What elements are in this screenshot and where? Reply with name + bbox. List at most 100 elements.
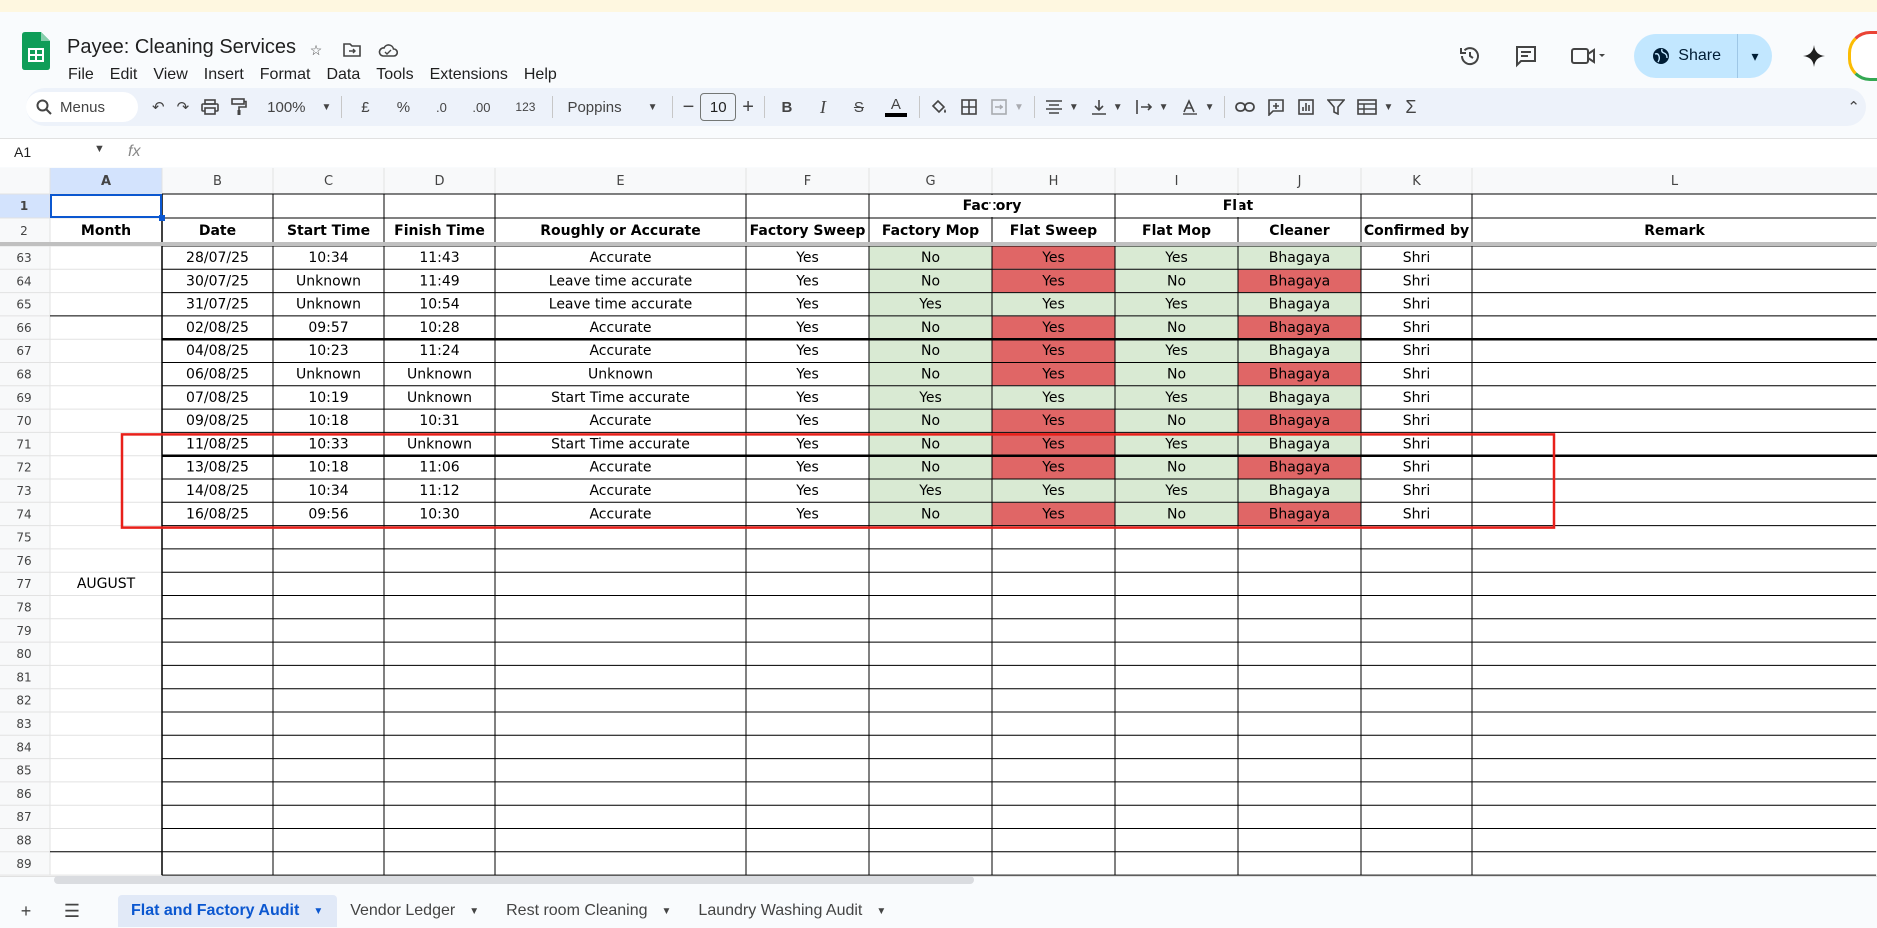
sheet-tab[interactable]: Laundry Washing Audit ▼ bbox=[685, 895, 900, 927]
cell-finish: 11:24 bbox=[419, 343, 459, 359]
all-sheets-menu-icon[interactable]: ☰ bbox=[52, 895, 92, 927]
filter-icon[interactable] bbox=[1321, 92, 1351, 122]
font-select[interactable]: Poppins ▼ bbox=[557, 92, 667, 122]
fill-color-icon[interactable] bbox=[924, 92, 954, 122]
more-formats-button[interactable]: 123 bbox=[502, 92, 548, 122]
menu-tools[interactable]: Tools bbox=[368, 64, 421, 86]
chevron-down-icon[interactable]: ▼ bbox=[876, 906, 886, 917]
text-rotation-icon[interactable]: ▼ bbox=[1175, 92, 1221, 122]
share-button[interactable]: Share ▾ bbox=[1634, 34, 1772, 78]
bold-icon[interactable]: B bbox=[769, 92, 805, 122]
menu-data[interactable]: Data bbox=[318, 64, 368, 86]
comments-icon[interactable] bbox=[1508, 38, 1544, 74]
row-number: 83 bbox=[16, 717, 31, 731]
cell-cleaner: Bhagaya bbox=[1269, 250, 1330, 266]
chevron-down-icon[interactable]: ▼ bbox=[313, 906, 323, 917]
column-header-h: H bbox=[1049, 174, 1059, 189]
menu-insert[interactable]: Insert bbox=[196, 64, 252, 86]
menu-edit[interactable]: Edit bbox=[102, 64, 146, 86]
table-view-icon[interactable]: ▼ bbox=[1351, 92, 1399, 122]
column-title: Month bbox=[81, 223, 131, 239]
menu-file[interactable]: File bbox=[60, 64, 102, 86]
sheet-tab[interactable]: Flat and Factory Audit ▼ bbox=[118, 895, 338, 927]
redo-icon[interactable]: ↷ bbox=[171, 92, 196, 122]
horizontal-scrollbar[interactable] bbox=[54, 876, 974, 884]
frozen-rows-divider[interactable] bbox=[0, 242, 1877, 246]
zoom-select[interactable]: 100% ▼ bbox=[253, 92, 337, 122]
increase-decimal-button[interactable]: .00 bbox=[460, 92, 502, 122]
insert-link-icon[interactable] bbox=[1229, 92, 1261, 122]
cell-f_mop: No bbox=[921, 343, 940, 359]
sheet-tab[interactable]: Vendor Ledger ▼ bbox=[337, 895, 493, 927]
functions-icon[interactable]: Σ bbox=[1399, 92, 1422, 122]
decrease-decimal-button[interactable]: .0 bbox=[422, 92, 460, 122]
percent-format-button[interactable]: % bbox=[384, 92, 422, 122]
increase-font-size-icon[interactable]: + bbox=[736, 92, 760, 122]
text-wrap-icon[interactable]: ▼ bbox=[1129, 92, 1175, 122]
toolbar-divider bbox=[1224, 96, 1226, 118]
cell-f_mop: No bbox=[921, 250, 940, 266]
collapse-toolbar-icon[interactable]: ⌃ bbox=[1841, 92, 1866, 122]
account-avatar[interactable] bbox=[1848, 31, 1877, 81]
menu-help[interactable]: Help bbox=[516, 64, 565, 86]
print-icon[interactable] bbox=[195, 92, 225, 122]
column-title: Roughly or Accurate bbox=[540, 223, 701, 239]
cell-finish: 10:28 bbox=[419, 320, 459, 336]
toolbar-divider bbox=[552, 96, 554, 118]
sheet-tab-label: Rest room Cleaning bbox=[506, 902, 648, 919]
horizontal-align-icon[interactable]: ▼ bbox=[1039, 92, 1085, 122]
sheets-logo-icon[interactable] bbox=[22, 32, 50, 70]
column-header-d: D bbox=[434, 174, 444, 189]
cell-fl_mop: No bbox=[1167, 506, 1186, 522]
cell-fl_sweep: Yes bbox=[1041, 273, 1065, 289]
move-folder-icon[interactable] bbox=[341, 39, 363, 61]
selected-cell-a1[interactable] bbox=[50, 194, 162, 218]
fill-handle[interactable] bbox=[159, 215, 165, 221]
gemini-sparkle-icon[interactable] bbox=[1796, 38, 1832, 74]
row-number: 88 bbox=[16, 834, 31, 848]
cell-f_sweep: Yes bbox=[795, 460, 819, 476]
spreadsheet-grid[interactable]: ABCDEFGHIJKL12FactoryFlatMonthDateStart … bbox=[0, 168, 1877, 876]
italic-icon[interactable]: I bbox=[805, 92, 841, 122]
insert-comment-icon[interactable] bbox=[1261, 92, 1291, 122]
document-title[interactable]: Payee: Cleaning Services bbox=[67, 36, 296, 59]
paint-format-icon[interactable] bbox=[225, 92, 253, 122]
meet-video-icon[interactable] bbox=[1564, 38, 1614, 74]
star-icon[interactable]: ☆ bbox=[305, 39, 327, 61]
row-number: 63 bbox=[16, 251, 31, 265]
chevron-down-icon[interactable]: ▼ bbox=[94, 143, 105, 155]
cell-finish: 10:54 bbox=[419, 297, 459, 313]
menu-extensions[interactable]: Extensions bbox=[422, 64, 516, 86]
menu-view[interactable]: View bbox=[145, 64, 195, 86]
name-box[interactable]: A1 bbox=[14, 144, 31, 160]
cell-cleaner: Bhagaya bbox=[1269, 343, 1330, 359]
cell-f_mop: No bbox=[921, 413, 940, 429]
cell-start: 10:34 bbox=[308, 250, 348, 266]
borders-icon[interactable] bbox=[954, 92, 984, 122]
chevron-down-icon[interactable]: ▼ bbox=[469, 906, 479, 917]
font-size-input[interactable]: 10 bbox=[700, 93, 737, 121]
sheet-tab[interactable]: Rest room Cleaning ▼ bbox=[493, 895, 685, 927]
cell-f_sweep: Yes bbox=[795, 506, 819, 522]
cell-accuracy: Start Time accurate bbox=[551, 436, 690, 452]
column-title: Start Time bbox=[287, 223, 370, 239]
version-history-icon[interactable] bbox=[1452, 38, 1488, 74]
row-number: 89 bbox=[16, 857, 31, 871]
cloud-status-icon[interactable] bbox=[377, 39, 399, 61]
menu-format[interactable]: Format bbox=[252, 64, 319, 86]
grid-canvas[interactable]: ABCDEFGHIJKL12FactoryFlatMonthDateStart … bbox=[0, 168, 1877, 876]
vertical-align-icon[interactable]: ▼ bbox=[1085, 92, 1129, 122]
search-menus-button[interactable]: Menus bbox=[26, 92, 138, 122]
add-sheet-icon[interactable]: + bbox=[6, 895, 46, 927]
currency-format-button[interactable]: £ bbox=[346, 92, 384, 122]
insert-chart-icon[interactable] bbox=[1291, 92, 1321, 122]
chevron-down-icon[interactable]: ▼ bbox=[662, 906, 672, 917]
decrease-font-size-icon[interactable]: − bbox=[677, 92, 701, 122]
row-number: 77 bbox=[16, 577, 31, 591]
text-color-icon[interactable]: A bbox=[877, 92, 915, 122]
column-header-a: A bbox=[101, 174, 111, 189]
share-dropdown-icon[interactable]: ▾ bbox=[1738, 48, 1772, 65]
undo-icon[interactable]: ↶ bbox=[146, 92, 171, 122]
strikethrough-icon[interactable]: S bbox=[841, 92, 877, 122]
merge-cells-icon[interactable]: ▼ bbox=[984, 92, 1030, 122]
